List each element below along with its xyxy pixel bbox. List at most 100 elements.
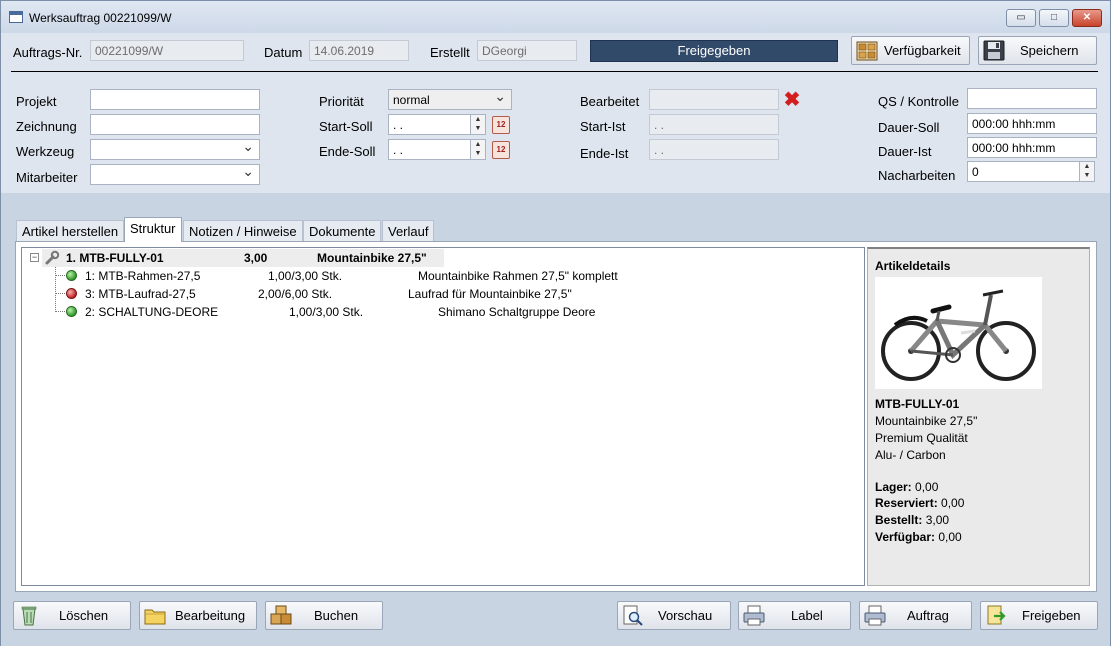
speichern-button[interactable]: Speichern xyxy=(978,36,1097,65)
projekt-label: Projekt xyxy=(16,94,57,109)
ende-soll-field[interactable]: . . xyxy=(388,139,471,160)
projekt-field[interactable] xyxy=(90,89,260,110)
auftrags-nr-label: Auftrags-Nr. xyxy=(13,45,83,60)
start-soll-calendar-icon[interactable]: 12 xyxy=(492,116,510,134)
shelf-icon xyxy=(856,41,878,61)
dauer-soll-field[interactable]: 000:00 hhh:mm xyxy=(967,113,1097,134)
nacharbeiten-spinner[interactable]: ▲ ▼ xyxy=(1079,161,1095,182)
datum-label: Datum xyxy=(264,45,303,60)
nacharbeiten-label: Nacharbeiten xyxy=(878,168,956,183)
bestellt-label: Bestellt: xyxy=(875,513,923,527)
lager-value: 0,00 xyxy=(915,480,939,494)
close-button[interactable]: ✕ xyxy=(1072,9,1102,27)
header-separator xyxy=(11,71,1098,72)
dauer-soll-label: Dauer-Soll xyxy=(878,120,940,135)
erstellt-field: DGeorgi xyxy=(477,40,577,61)
tab-artikel-herstellen[interactable]: Artikel herstellen xyxy=(16,220,125,241)
start-ist-label: Start-Ist xyxy=(580,119,626,134)
details-reserviert: Reserviert: 0,00 xyxy=(875,496,964,510)
tree-item-qty: 1,00/3,00 Stk. xyxy=(268,269,343,283)
qs-kontrolle-field[interactable] xyxy=(967,88,1097,109)
prioritaet-label: Priorität xyxy=(319,94,364,109)
buchen-label: Buchen xyxy=(314,608,359,623)
tab-struktur[interactable]: Struktur xyxy=(124,217,182,242)
tree-row[interactable]: 1: MTB-Rahmen-27,5 1,00/3,00 Stk. Mounta… xyxy=(66,267,666,285)
datum-field: 14.06.2019 xyxy=(309,40,409,61)
status-ok-icon xyxy=(66,270,77,281)
app-window-icon xyxy=(9,11,23,23)
trash-icon xyxy=(21,606,37,626)
details-article-number: MTB-FULLY-01 xyxy=(875,397,960,411)
buchen-button[interactable]: Buchen xyxy=(265,601,383,630)
auftrag-button[interactable]: Auftrag xyxy=(859,601,972,630)
nacharbeiten-field[interactable]: 0 xyxy=(967,161,1080,182)
tree-row[interactable]: 3: MTB-Laufrad-27,5 2,00/6,00 Stk. Laufr… xyxy=(66,285,666,303)
tree-row-root[interactable]: 1. MTB-FULLY-01 3,00 Mountainbike 27,5" xyxy=(42,249,444,267)
dauer-ist-field[interactable]: 000:00 hhh:mm xyxy=(967,137,1097,158)
root-article-desc: Mountainbike 27,5" xyxy=(317,251,427,265)
dauer-ist-label: Dauer-Ist xyxy=(878,144,932,159)
werkzeug-dropdown[interactable] xyxy=(90,139,260,160)
zeichnung-label: Zeichnung xyxy=(16,119,77,134)
tree-item-qty: 1,00/3,00 Stk. xyxy=(289,305,364,319)
details-description-1: Mountainbike 27,5" xyxy=(875,414,978,428)
structure-tree[interactable]: − 1. MTB-FULLY-01 3,00 Mountainbike 27,5… xyxy=(21,247,865,586)
wrench-icon xyxy=(45,250,60,265)
start-soll-field[interactable]: . . xyxy=(388,114,471,135)
tree-connector xyxy=(55,265,56,312)
zeichnung-field[interactable] xyxy=(90,114,260,135)
mitarbeiter-dropdown[interactable] xyxy=(90,164,260,185)
ende-soll-calendar-icon[interactable]: 12 xyxy=(492,141,510,159)
vorschau-button[interactable]: Vorschau xyxy=(617,601,731,630)
tree-connector xyxy=(55,311,65,312)
loeschen-button[interactable]: Löschen xyxy=(13,601,131,630)
freigeben-label: Freigeben xyxy=(1022,608,1081,623)
bestellt-value: 3,00 xyxy=(925,513,950,527)
bearbeitet-label: Bearbeitet xyxy=(580,94,640,109)
qs-kontrolle-label: QS / Kontrolle xyxy=(878,94,959,109)
status-error-icon xyxy=(66,288,77,299)
status-ok-icon xyxy=(66,306,77,317)
tab-verlauf[interactable]: Verlauf xyxy=(382,220,435,241)
tree-collapse-icon[interactable]: − xyxy=(30,253,39,262)
tree-item-desc: Shimano Schaltgruppe Deore xyxy=(438,305,596,319)
printer-icon xyxy=(743,605,765,626)
printer-icon xyxy=(864,605,886,626)
lager-label: Lager: xyxy=(875,480,912,494)
clear-bearbeitet-icon[interactable]: ✖ xyxy=(782,90,802,110)
maximize-button[interactable]: □ xyxy=(1039,9,1069,27)
erstellt-label: Erstellt xyxy=(430,45,470,60)
ende-soll-label: Ende-Soll xyxy=(319,144,376,159)
tree-item-name: 2: SCHALTUNG-DEORE xyxy=(85,305,219,319)
tab-notizen-hinweise[interactable]: Notizen / Hinweise xyxy=(183,220,303,241)
reserviert-label: Reserviert: xyxy=(875,496,938,510)
label-button[interactable]: Label xyxy=(738,601,851,630)
tree-item-name: 1: MTB-Rahmen-27,5 xyxy=(85,269,201,283)
root-article-qty: 3,00 xyxy=(244,251,268,265)
werkzeug-label: Werkzeug xyxy=(16,144,75,159)
auftrag-label: Auftrag xyxy=(907,608,949,623)
tree-connector xyxy=(55,275,65,276)
tab-dokumente[interactable]: Dokumente xyxy=(303,220,382,241)
tab-content-struktur: − 1. MTB-FULLY-01 3,00 Mountainbike 27,5… xyxy=(15,241,1097,592)
bearbeitung-button[interactable]: Bearbeitung xyxy=(139,601,257,630)
loeschen-label: Löschen xyxy=(59,608,109,623)
details-heading: Artikeldetails xyxy=(875,259,951,273)
vorschau-label: Vorschau xyxy=(658,608,713,623)
prioritaet-dropdown[interactable]: normal xyxy=(388,89,512,110)
start-soll-spinner[interactable]: ▲ ▼ xyxy=(470,114,486,135)
tree-item-desc: Laufrad für Mountainbike 27,5" xyxy=(408,287,572,301)
verfuegbarkeit-button[interactable]: Verfügbarkeit xyxy=(851,36,970,65)
auftrags-nr-field: 00221099/W xyxy=(90,40,244,61)
verfuegbar-value: 0,00 xyxy=(938,530,962,544)
details-verfuegbar: Verfügbar: 0,00 xyxy=(875,530,962,544)
details-bestellt: Bestellt: 3,00 xyxy=(875,513,949,527)
minimize-button[interactable]: ▭ xyxy=(1006,9,1036,27)
tree-item-desc: Mountainbike Rahmen 27,5" komplett xyxy=(418,269,618,283)
tree-row[interactable]: 2: SCHALTUNG-DEORE 1,00/3,00 Stk. Shiman… xyxy=(66,303,666,321)
header-area: Auftrags-Nr. 00221099/W Datum 14.06.2019… xyxy=(1,33,1110,193)
freigeben-button[interactable]: Freigeben xyxy=(980,601,1098,630)
ende-soll-spinner[interactable]: ▲ ▼ xyxy=(470,139,486,160)
print-preview-icon xyxy=(623,605,643,626)
article-details-panel: Artikeldetails MTB-FULLY-01 Mountainbike… xyxy=(867,247,1090,586)
